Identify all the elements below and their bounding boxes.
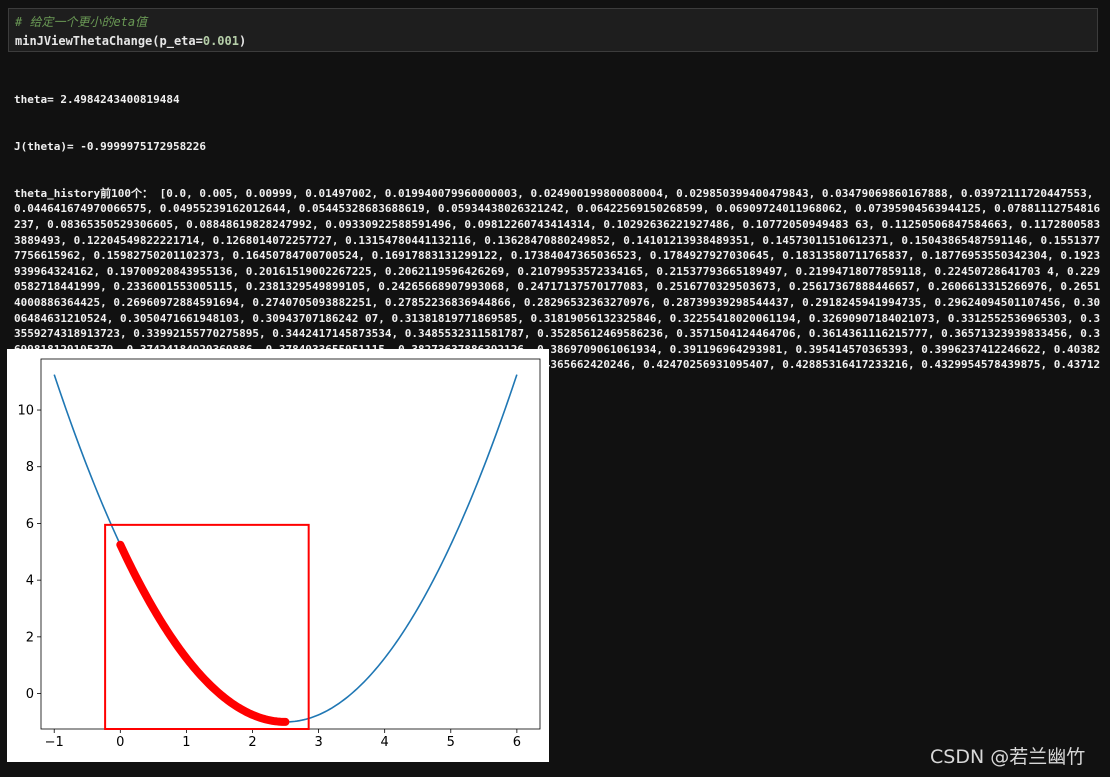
y-tick-label: 0 <box>26 687 34 702</box>
code-call: minJViewThetaChange(p_eta=0.001) <box>15 32 1091 51</box>
plot-image: −1 0 1 2 3 4 5 6 0 2 4 6 8 10 <box>7 349 549 762</box>
y-tick-label: 10 <box>17 404 34 419</box>
y-tick-label: 6 <box>26 517 34 532</box>
highlight-rect <box>104 523 310 730</box>
j-theta-result: J(theta)= -0.9999975172958226 <box>14 139 207 153</box>
y-tick-label: 4 <box>26 574 34 589</box>
axes-frame <box>40 358 541 730</box>
x-tick-label: 2 <box>248 735 256 750</box>
watermark: CSDN @若兰幽竹 <box>930 746 1086 768</box>
code-cell[interactable]: # 给定一个更小的eta值 minJViewThetaChange(p_eta=… <box>8 8 1098 52</box>
x-tick-label: 5 <box>447 735 455 750</box>
axis-ticks: −1 0 1 2 3 4 5 6 0 2 4 6 8 10 <box>17 404 521 750</box>
x-tick-label: 3 <box>314 735 322 750</box>
y-tick-label: 2 <box>26 630 34 645</box>
x-tick-label: 0 <box>116 735 124 750</box>
x-tick-label: −1 <box>45 735 64 750</box>
y-tick-label: 8 <box>26 460 34 475</box>
theta-result: theta= 2.4984243400819484 <box>14 93 180 107</box>
plot-canvas: −1 0 1 2 3 4 5 6 0 2 4 6 8 10 <box>17 358 541 750</box>
code-comment: # 给定一个更小的eta值 <box>15 15 148 29</box>
code-call-close: ) <box>238 34 247 48</box>
x-tick-label: 1 <box>182 735 190 750</box>
code-call-equals: = <box>195 34 203 48</box>
theta-history-path <box>116 540 290 726</box>
x-tick-label: 6 <box>513 735 521 750</box>
code-call-name: minJViewThetaChange(p_eta <box>15 34 196 48</box>
x-tick-label: 4 <box>381 735 389 750</box>
code-call-value: 0.001 <box>202 34 239 48</box>
